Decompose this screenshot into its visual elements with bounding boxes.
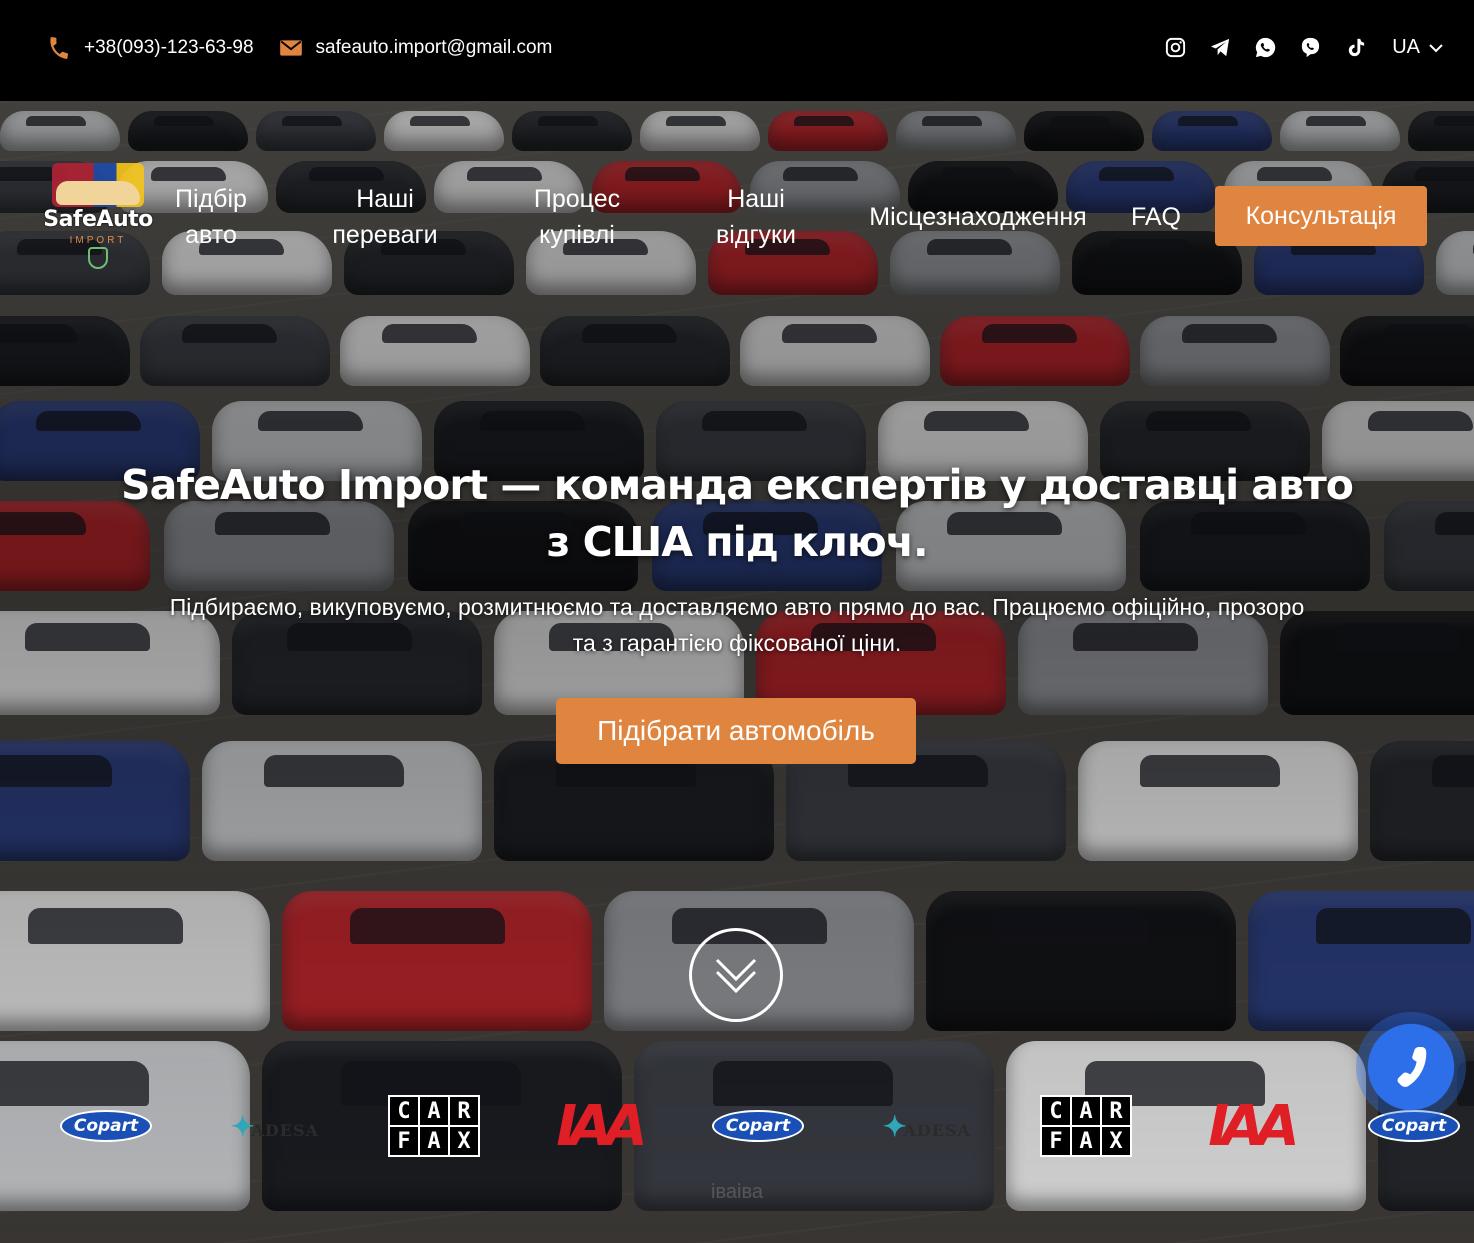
nav-item-purchase-process[interactable]: Процес купівлі bbox=[520, 181, 634, 253]
copart-logo: Copart bbox=[708, 1081, 808, 1171]
envelope-icon bbox=[279, 39, 302, 56]
consultation-button[interactable]: Консультація bbox=[1215, 186, 1427, 246]
iaa-logo-text: IAA bbox=[556, 1093, 647, 1159]
carfax-letter: A bbox=[420, 1127, 448, 1155]
carfax-letter: X bbox=[1102, 1127, 1130, 1155]
hero-subline: Підбираємо, викуповуємо, розмитнюємо та … bbox=[169, 594, 1305, 656]
phone-icon bbox=[1397, 1047, 1427, 1087]
scroll-down-button[interactable] bbox=[689, 928, 783, 1022]
nav-item-advantages[interactable]: Наші переваги bbox=[322, 181, 448, 253]
iaa-logo: IAA bbox=[1200, 1081, 1300, 1171]
iaa-logo: IAA bbox=[548, 1081, 648, 1171]
adesa-logo-text: ADESA bbox=[251, 1120, 319, 1140]
whatsapp-icon[interactable] bbox=[1253, 35, 1278, 60]
contact-info: +38(093)-123-63-98 safeauto.import@gmail… bbox=[46, 35, 552, 61]
language-label: UA bbox=[1392, 36, 1420, 58]
telegram-icon[interactable] bbox=[1208, 35, 1233, 60]
email-address: safeauto.import@gmail.com bbox=[315, 36, 553, 58]
viber-icon[interactable] bbox=[1298, 35, 1323, 60]
watermark-text: іваіва bbox=[711, 1181, 763, 1203]
nav-item-car-selection[interactable]: Підбір авто bbox=[168, 181, 254, 253]
call-button[interactable] bbox=[1356, 1012, 1466, 1122]
copart-logo: Copart bbox=[56, 1081, 156, 1171]
carfax-letter: F bbox=[390, 1127, 418, 1155]
hero-section: SafeAuto IMPORT Підбір авто Наші переваг… bbox=[0, 101, 1474, 1243]
instagram-icon[interactable] bbox=[1163, 35, 1188, 60]
double-chevron-down-icon bbox=[715, 958, 757, 994]
hero-headline: SafeAuto Import — команда експертів у до… bbox=[121, 461, 1354, 566]
copart-logo-text: Copart bbox=[711, 1110, 805, 1142]
adesa-logo-text: ADESA bbox=[903, 1120, 971, 1140]
carfax-letter: R bbox=[450, 1097, 478, 1125]
copart-logo-text: Copart bbox=[59, 1110, 153, 1142]
carfax-logo: C A R F A X bbox=[388, 1081, 480, 1171]
logo-name: SafeAuto bbox=[43, 207, 153, 232]
phone-icon bbox=[50, 36, 68, 59]
carfax-letter: C bbox=[390, 1097, 418, 1125]
tiktok-icon[interactable] bbox=[1343, 35, 1368, 60]
carfax-logo: C A R F A X bbox=[1040, 1081, 1132, 1171]
logo-car-graphic bbox=[56, 181, 140, 205]
nav-item-reviews[interactable]: Наші відгуки bbox=[704, 181, 808, 253]
phone-link[interactable]: +38(093)-123-63-98 bbox=[46, 35, 254, 61]
adesa-logo: ✦ADESA bbox=[872, 1081, 982, 1171]
iaa-logo-text: IAA bbox=[1208, 1093, 1299, 1159]
adesa-logo: ✦ADESA bbox=[220, 1081, 330, 1171]
carfax-letter: A bbox=[420, 1097, 448, 1125]
language-selector[interactable]: UA bbox=[1392, 36, 1444, 59]
nav-item-location[interactable]: Місцезнаходження bbox=[858, 199, 1098, 235]
carfax-letter: R bbox=[1102, 1097, 1130, 1125]
email-link[interactable]: safeauto.import@gmail.com bbox=[278, 35, 553, 61]
site-logo[interactable]: SafeAuto IMPORT bbox=[42, 163, 154, 271]
main-nav: SafeAuto IMPORT Підбір авто Наші переваг… bbox=[0, 101, 1474, 331]
partner-logos: Copart ✦ADESA C A R F A X IAA Copart ✦AD… bbox=[0, 1081, 1474, 1171]
carfax-letter: A bbox=[1072, 1097, 1100, 1125]
nav-item-faq[interactable]: FAQ bbox=[1130, 199, 1182, 235]
logo-subtitle: IMPORT bbox=[69, 235, 127, 246]
carfax-letter: C bbox=[1042, 1097, 1070, 1125]
select-car-button[interactable]: Підібрати автомобіль bbox=[556, 698, 916, 764]
top-bar: +38(093)-123-63-98 safeauto.import@gmail… bbox=[0, 0, 1474, 101]
shield-icon bbox=[88, 247, 108, 269]
phone-number: +38(093)-123-63-98 bbox=[84, 36, 254, 58]
carfax-letter: A bbox=[1072, 1127, 1100, 1155]
social-links: UA bbox=[1163, 35, 1444, 60]
chevron-down-icon bbox=[1429, 43, 1443, 52]
carfax-letter: F bbox=[1042, 1127, 1070, 1155]
carfax-letter: X bbox=[450, 1127, 478, 1155]
